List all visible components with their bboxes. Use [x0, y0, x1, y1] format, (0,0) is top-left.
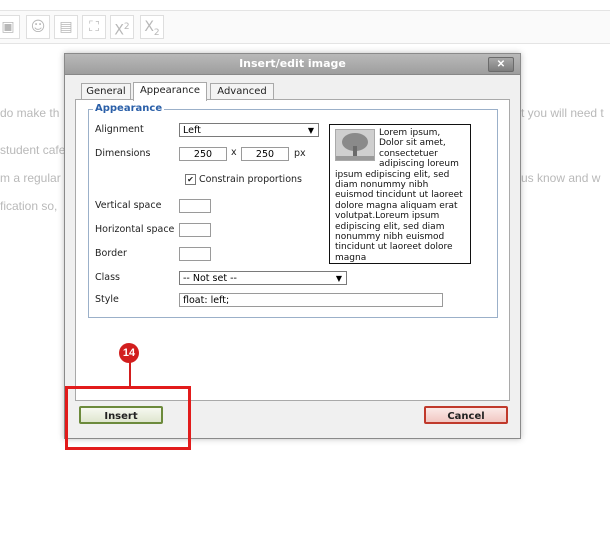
editor-text-line: fication so,	[0, 199, 58, 213]
constrain-label: Constrain proportions	[199, 174, 302, 185]
cancel-button[interactable]: Cancel	[424, 406, 508, 424]
editor-toolbar: ▣ ☺ ▤ ⛶ X2 X2	[0, 10, 610, 44]
superscript-icon[interactable]: X2	[110, 15, 134, 39]
appearance-panel: Appearance Alignment Left ▼ Dimensions 2…	[75, 99, 510, 401]
alignment-select[interactable]: Left ▼	[179, 123, 319, 137]
dimensions-unit: px	[294, 148, 306, 159]
horizontal-space-input[interactable]	[179, 223, 211, 237]
vertical-space-input[interactable]	[179, 199, 211, 213]
callout-line	[129, 361, 131, 387]
style-label: Style	[95, 294, 119, 305]
constrain-checkbox[interactable]: ✔	[185, 174, 196, 185]
class-value: -- Not set --	[183, 273, 237, 284]
border-label: Border	[95, 248, 127, 259]
dialog-titlebar[interactable]: Insert/edit image ✕	[65, 54, 520, 75]
alignment-label: Alignment	[95, 124, 144, 135]
class-select[interactable]: -- Not set -- ▼	[179, 271, 347, 285]
appearance-fieldset: Appearance Alignment Left ▼ Dimensions 2…	[88, 103, 498, 318]
dialog-title: Insert/edit image	[239, 57, 346, 70]
style-input[interactable]: float: left;	[179, 293, 443, 307]
subscript-mark: 2	[153, 27, 160, 38]
tab-appearance[interactable]: Appearance	[133, 82, 207, 101]
superscript-base: X	[114, 22, 124, 39]
class-label: Class	[95, 272, 120, 283]
step-badge: 14	[119, 343, 139, 363]
horizontal-space-label: Horizontal space	[95, 224, 175, 235]
border-input[interactable]	[179, 247, 211, 261]
subscript-base: X	[144, 19, 154, 35]
subscript-icon[interactable]: X2	[140, 15, 164, 39]
height-input[interactable]: 250	[241, 147, 289, 161]
dropdown-arrow-icon: ▼	[335, 274, 342, 283]
width-input[interactable]: 250	[179, 147, 227, 161]
editor-text-line: t you will need t	[521, 106, 604, 120]
alignment-value: Left	[183, 125, 201, 136]
tab-general[interactable]: General	[81, 83, 131, 100]
superscript-mark: 2	[123, 22, 130, 32]
editor-text-line: do make th	[0, 106, 60, 120]
media-icon[interactable]: ▤	[54, 15, 78, 39]
editor-text-line: student cafe	[0, 143, 66, 157]
insert-image-dialog: Insert/edit image ✕ General Appearance A…	[64, 53, 521, 439]
editor-text-line: m a regular	[0, 171, 61, 185]
preview-text: Lorem ipsum, Dolor sit amet, consectetue…	[335, 128, 466, 263]
image-icon[interactable]: ▣	[0, 15, 20, 39]
smiley-icon[interactable]: ☺	[26, 15, 50, 39]
dimensions-label: Dimensions	[95, 148, 151, 159]
dropdown-arrow-icon: ▼	[307, 126, 314, 135]
close-icon[interactable]: ✕	[488, 57, 514, 72]
editor-text-line: us know and w	[521, 171, 601, 185]
tab-advanced[interactable]: Advanced	[210, 83, 274, 100]
vertical-space-label: Vertical space	[95, 200, 162, 211]
dimensions-separator: x	[231, 147, 237, 158]
preview-image-icon	[335, 129, 375, 161]
insert-highlight-box	[65, 386, 191, 450]
tree-icon	[336, 130, 374, 160]
image-preview: Lorem ipsum, Dolor sit amet, consectetue…	[329, 124, 471, 264]
fieldset-legend: Appearance	[93, 103, 165, 114]
template-icon[interactable]: ⛶	[82, 15, 106, 39]
